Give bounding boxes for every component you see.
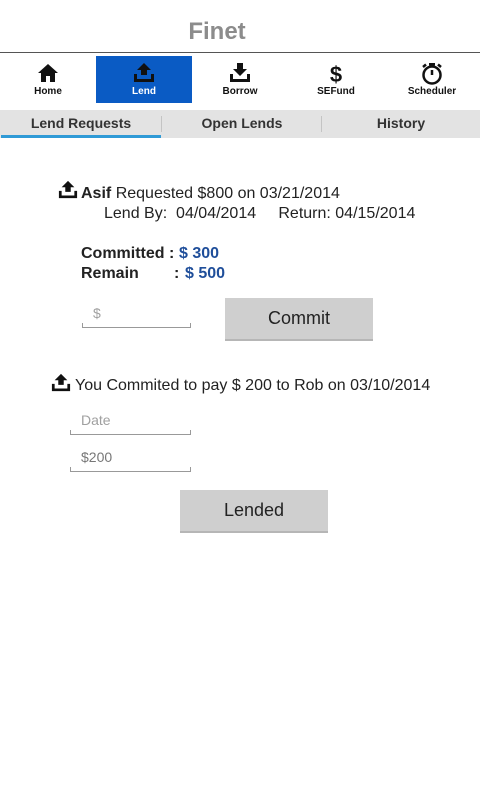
request-text: Requested $800 on 03/21/2014 (115, 185, 340, 202)
requester-name: Asif (81, 185, 112, 202)
commitment-text: You Commited to pay $ 200 to Rob on 03/1… (75, 377, 431, 394)
stopwatch-icon (384, 62, 480, 86)
nav-borrow-label: Borrow (222, 86, 258, 97)
dollar-icon: $ (288, 62, 384, 86)
remain-label: Remain (81, 265, 139, 282)
nav-borrow[interactable]: Borrow (192, 56, 288, 103)
nav-scheduler[interactable]: Scheduler (384, 56, 480, 103)
tab-lend-requests[interactable]: Lend Requests (1, 110, 161, 138)
main-nav: Home Lend Borrow $ SEFund Scheduler (0, 56, 480, 103)
app-title: Finet (188, 18, 246, 45)
nav-sefund-label: SEFund (317, 86, 355, 97)
return-label: Return: (278, 205, 331, 222)
lend-by-label: Lend By: (104, 205, 168, 222)
upload-tray-icon (96, 62, 192, 86)
upload-tray-icon (50, 373, 72, 393)
commit-amount-underline (82, 323, 191, 328)
lend-date-underline (70, 430, 191, 435)
nav-home[interactable]: Home (0, 56, 96, 103)
download-tray-icon (192, 62, 288, 86)
remain-value: $ 500 (185, 265, 226, 282)
lend-amount-input[interactable] (70, 443, 191, 471)
lend-by-date: 04/04/2014 (176, 205, 257, 222)
committed-label: Committed : (81, 245, 175, 262)
nav-sefund[interactable]: $ SEFund (288, 56, 384, 103)
request-line: Asif Requested $800 on 03/21/2014 (81, 185, 340, 203)
nav-lend[interactable]: Lend (96, 56, 192, 103)
lend-amount-underline (70, 467, 191, 472)
title-divider (0, 52, 480, 53)
nav-scheduler-label: Scheduler (407, 86, 457, 97)
commit-button[interactable]: Commit (225, 298, 373, 341)
nav-home-label: Home (34, 86, 62, 97)
commit-amount-input[interactable] (82, 299, 192, 327)
tab-open-lends[interactable]: Open Lends (162, 110, 322, 138)
lend-date-input[interactable] (70, 406, 191, 434)
svg-text:$: $ (330, 62, 342, 86)
remain-separator: : (174, 265, 180, 282)
lended-button[interactable]: Lended (180, 490, 328, 533)
home-icon (0, 62, 96, 86)
sub-tabs: Lend Requests Open Lends History (0, 110, 480, 138)
request-dates: Lend By: 04/04/2014 Return: 04/15/2014 (104, 205, 415, 223)
upload-tray-icon (57, 180, 79, 200)
return-date: 04/15/2014 (335, 205, 416, 222)
tab-history[interactable]: History (322, 110, 480, 138)
committed-value: $ 300 (179, 245, 220, 262)
nav-lend-label: Lend (132, 86, 156, 97)
